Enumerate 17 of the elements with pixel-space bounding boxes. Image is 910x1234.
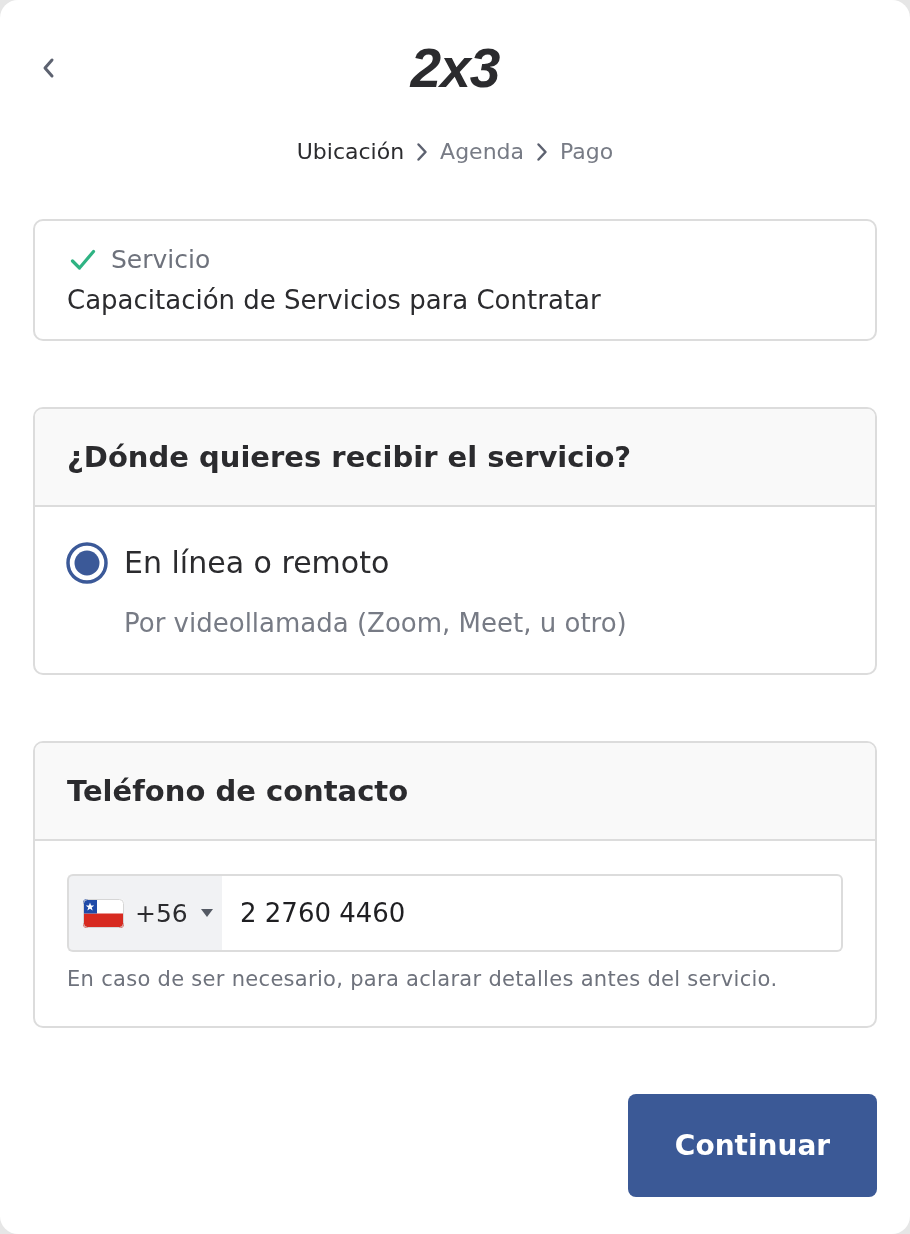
chevron-right-icon [416,142,429,162]
section-title: Teléfono de contacto [67,773,409,809]
section-title: ¿Dónde quieres recibir el servicio? [67,439,632,475]
chevron-right-icon [536,142,549,162]
back-button[interactable] [41,57,55,79]
logo-text: 2x3 [410,40,500,96]
option-description: Por videollamada (Zoom, Meet, u otro) [124,608,628,638]
service-label: Servicio [111,245,211,275]
breadcrumb-item[interactable]: Ubicación [296,137,405,167]
chevron-left-icon [41,57,55,79]
option-label[interactable]: En línea o remoto [124,545,390,581]
radio-button[interactable] [66,542,108,584]
service-name: Capacitación de Servicios para Contratar [67,285,602,315]
breadcrumb-item[interactable]: Agenda [440,137,525,167]
breadcrumb-item[interactable]: Pago [560,137,614,167]
continue-button[interactable]: Continuar [628,1094,877,1197]
helper-text: En caso de ser necesario, para aclarar detalles antes del servicio. [67,966,779,992]
